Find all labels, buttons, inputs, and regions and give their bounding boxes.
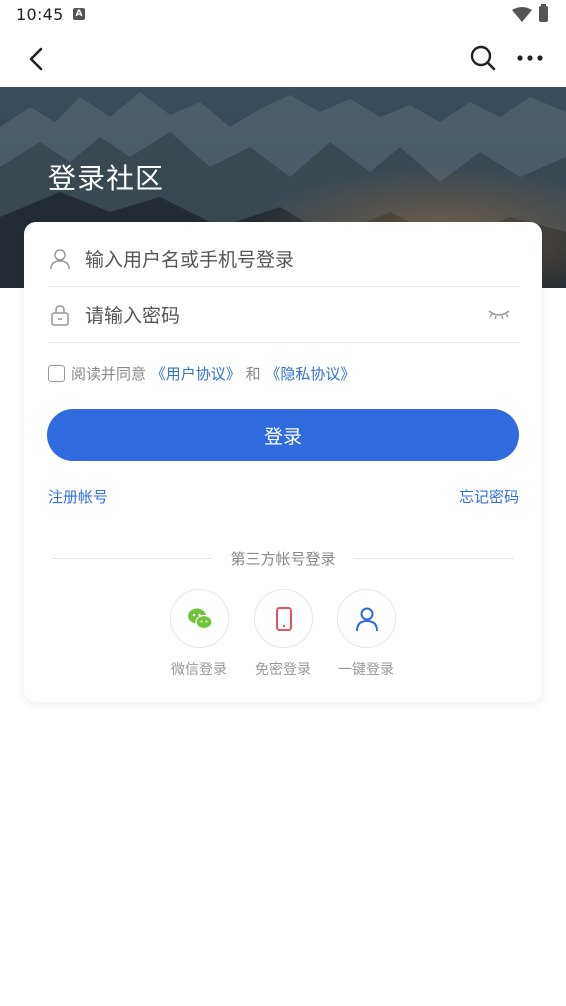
nav-bar — [0, 30, 566, 87]
one-click-login-label: 一键登录 — [338, 662, 394, 678]
wechat-login-label: 微信登录 — [171, 662, 227, 678]
one-click-login-button[interactable]: 一键登录 — [326, 589, 406, 679]
username-field — [48, 232, 519, 287]
user-icon — [50, 249, 70, 270]
agreement-conjunction: 和 — [245, 365, 261, 383]
more-options-icon[interactable] — [514, 43, 546, 73]
battery-icon — [539, 4, 548, 22]
page-title: 登录社区 — [48, 162, 165, 195]
register-link[interactable]: 注册帐号 — [48, 486, 108, 507]
status-bar: 10:45 A — [0, 0, 566, 30]
user-icon — [355, 607, 378, 632]
agreement-prefix: 阅读并同意 — [71, 365, 147, 383]
agreement-text: 阅读并同意 《用户协议》 和 《隐私协议》 — [71, 363, 355, 384]
third-party-divider: 第三方帐号登录 — [52, 548, 514, 568]
password-input[interactable] — [85, 301, 465, 331]
agreement-checkbox[interactable] — [48, 365, 65, 382]
password-field — [48, 288, 519, 343]
login-button[interactable]: 登录 — [47, 409, 519, 461]
passwordless-login-label: 免密登录 — [255, 662, 311, 678]
privacy-agreement-link[interactable]: 《隐私协议》 — [265, 365, 355, 383]
wechat-circle — [169, 589, 229, 648]
lock-icon — [51, 305, 69, 326]
wechat-login-button[interactable]: 微信登录 — [159, 589, 239, 679]
wechat-icon — [187, 608, 213, 630]
user-circle — [336, 589, 396, 648]
phone-icon — [275, 607, 292, 631]
eye-closed-icon[interactable] — [487, 306, 511, 322]
wifi-icon — [512, 7, 532, 22]
divider-line-right — [354, 558, 514, 559]
phone-circle — [253, 589, 313, 648]
status-time: 10:45 — [16, 5, 64, 24]
passwordless-login-button[interactable]: 免密登录 — [243, 589, 323, 679]
login-card: 阅读并同意 《用户协议》 和 《隐私协议》 登录 注册帐号 忘记密码 第三方帐号… — [24, 222, 542, 702]
username-input[interactable] — [85, 245, 465, 275]
back-arrow-icon[interactable] — [22, 44, 52, 74]
forgot-password-link[interactable]: 忘记密码 — [459, 486, 519, 507]
search-icon[interactable] — [468, 43, 498, 73]
user-agreement-link[interactable]: 《用户协议》 — [151, 365, 241, 383]
notification-a-icon: A — [73, 8, 85, 20]
